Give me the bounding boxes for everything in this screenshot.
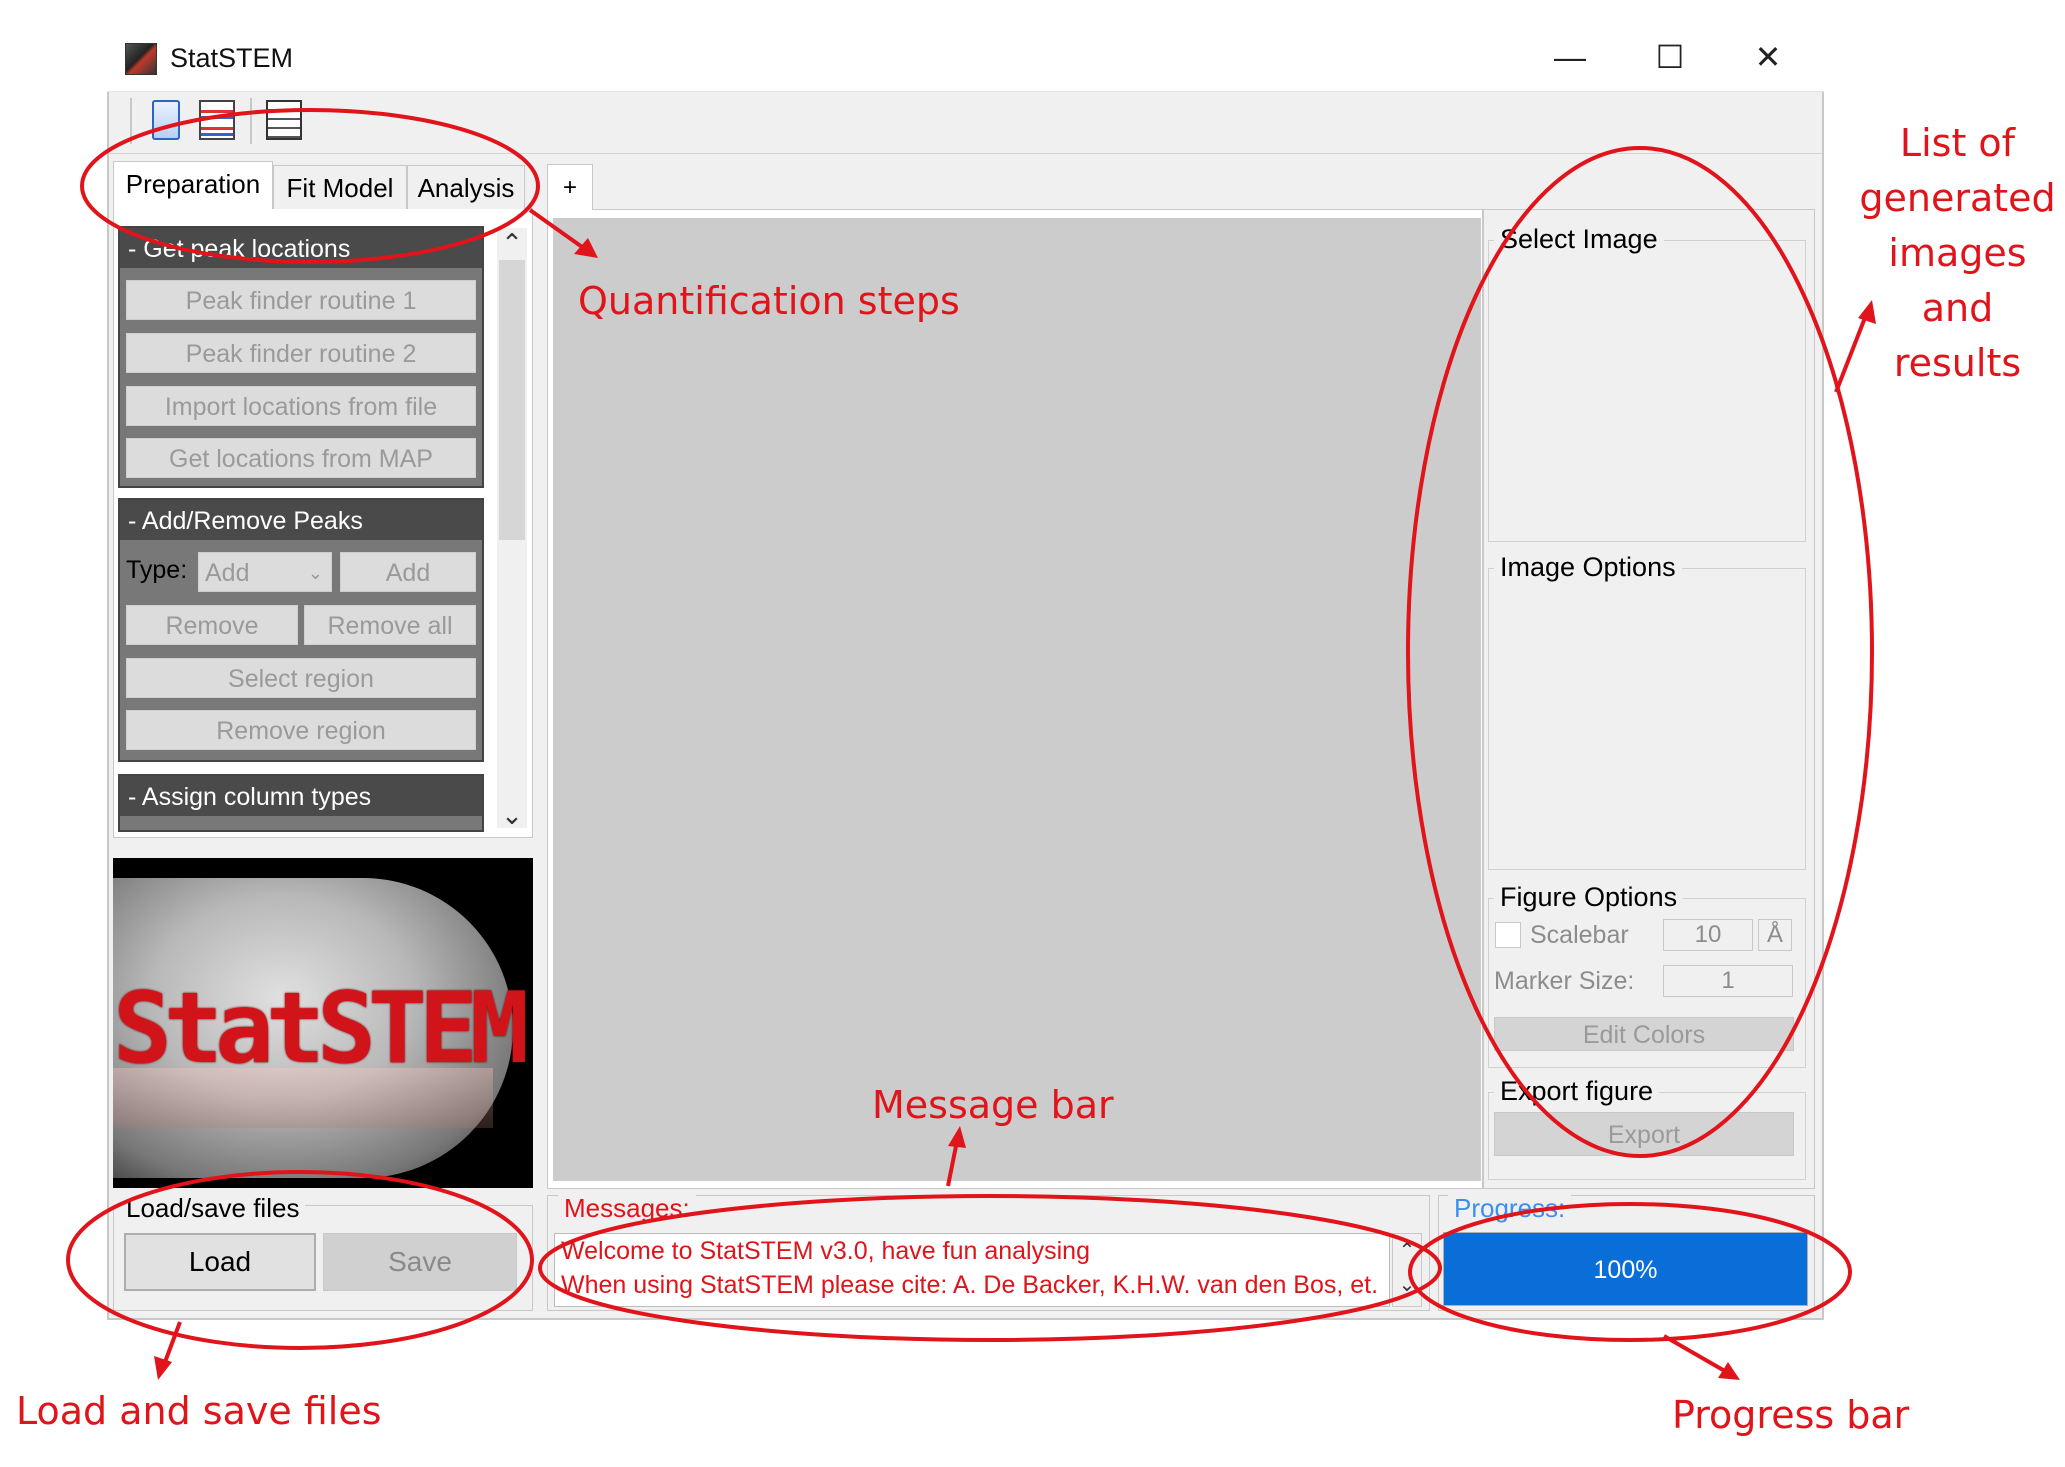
annotation-ellipse-load-save: [66, 1170, 534, 1350]
annotation-line: results: [1893, 341, 2022, 385]
annotation-message-bar: Message bar: [872, 1083, 1114, 1127]
annotation-ellipse-messages: [538, 1194, 1442, 1342]
annotation-load-save: Load and save files: [16, 1389, 382, 1433]
annotation-progress-bar: Progress bar: [1672, 1393, 1910, 1437]
arrow-progress-bar: [1663, 1334, 1731, 1376]
arrowhead-quantification: [574, 238, 598, 258]
annotation-ellipse-right-panel: [1406, 146, 1874, 1158]
annotation-quantification-steps: Quantification steps: [578, 279, 960, 323]
annotation-ellipse-progress: [1408, 1202, 1852, 1342]
annotation-line: List of: [1899, 121, 2016, 165]
annotation-line: images and: [1888, 231, 2027, 330]
annotation-overlay: [66, 108, 1876, 1380]
annotation-ellipse-tabs: [80, 108, 540, 264]
arrowhead-message-bar: [948, 1126, 966, 1148]
annotation-line: generated: [1859, 176, 2056, 220]
arrowhead-load-save: [154, 1356, 172, 1380]
annotation-list-results: List of generated images and results: [1850, 116, 2065, 391]
